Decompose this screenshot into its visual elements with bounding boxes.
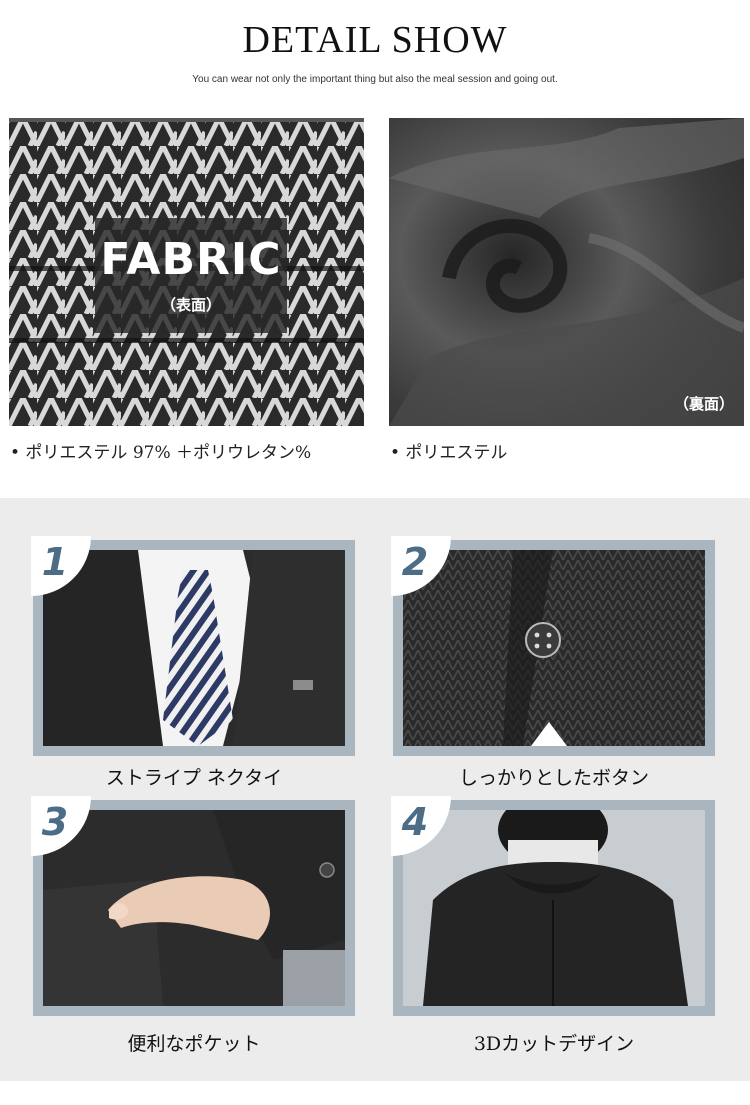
fabric-label-box: FABRIC （表面）	[95, 218, 287, 333]
fabric-front-image: FABRIC （表面）	[9, 118, 364, 426]
detail-number: 3	[41, 800, 69, 844]
page-title: DETAIL SHOW	[242, 19, 508, 61]
fabric-back-composition: • ポリエステル	[390, 443, 508, 463]
detail-card-pocket: 3	[31, 796, 355, 1016]
fabric-front-tag: （表面）	[160, 296, 221, 314]
fabric-back-tag: （裏面）	[673, 395, 734, 413]
detail-caption-tie: ストライプ ネクタイ	[105, 767, 283, 789]
detail-number: 2	[401, 540, 429, 584]
detail-number: 1	[41, 540, 69, 584]
number-badge-3: 3	[31, 796, 91, 856]
detail-caption-button: しっかりとしたボタン	[458, 767, 649, 789]
detail-card-tie: 1	[31, 536, 355, 756]
detail-caption-3d-cut: 3Dカットデザイン	[473, 1033, 635, 1055]
number-badge-2: 2	[391, 536, 451, 596]
detail-card-button: 2	[391, 536, 715, 756]
detail-number: 4	[401, 800, 429, 844]
page-subtitle: You can wear not only the important thin…	[192, 74, 558, 85]
fabric-back-image: （裏面）	[389, 118, 744, 426]
number-badge-1: 1	[31, 536, 91, 596]
fabric-label: FABRIC	[100, 234, 282, 285]
fabric-front-composition: • ポリエステル 97% ＋ポリウレタン%	[10, 443, 312, 463]
detail-caption-pocket: 便利なポケット	[127, 1033, 261, 1055]
detail-card-3d-cut: 4	[391, 796, 715, 1016]
number-badge-4: 4	[391, 796, 451, 856]
